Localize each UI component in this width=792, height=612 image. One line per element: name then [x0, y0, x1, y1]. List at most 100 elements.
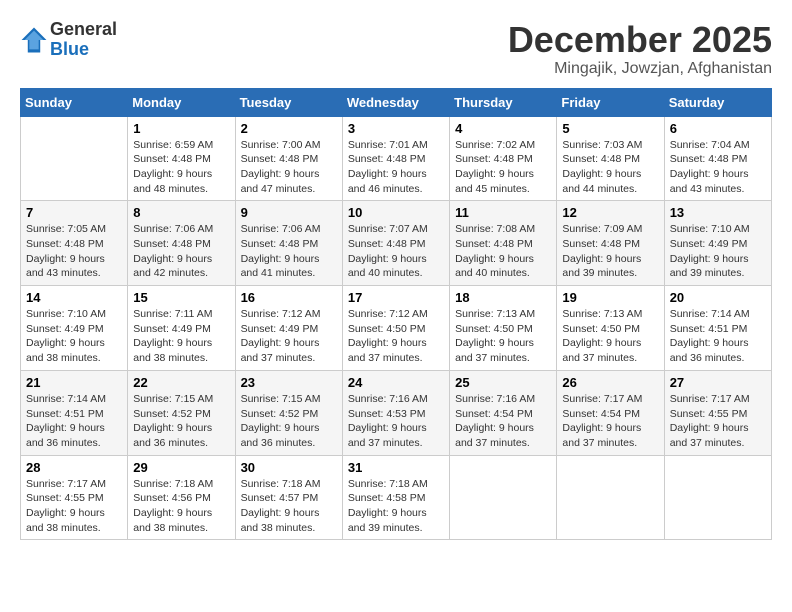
calendar-week-row: 21 Sunrise: 7:14 AMSunset: 4:51 PMDayligh… — [21, 370, 772, 455]
month-title: December 2025 — [508, 20, 772, 60]
day-info: Sunrise: 7:18 AMSunset: 4:56 PMDaylight:… — [133, 477, 229, 536]
calendar-cell: 27 Sunrise: 7:17 AMSunset: 4:55 PMDayligh… — [664, 370, 771, 455]
day-number: 24 — [348, 375, 444, 390]
logo-blue-text: Blue — [50, 39, 89, 59]
day-number: 29 — [133, 460, 229, 475]
calendar-cell: 21 Sunrise: 7:14 AMSunset: 4:51 PMDayligh… — [21, 370, 128, 455]
day-number: 2 — [241, 121, 337, 136]
day-info: Sunrise: 7:16 AMSunset: 4:53 PMDaylight:… — [348, 392, 444, 451]
page-header: General Blue December 2025 Mingajik, Jow… — [20, 20, 772, 78]
day-info: Sunrise: 7:14 AMSunset: 4:51 PMDaylight:… — [26, 392, 122, 451]
calendar-cell: 28 Sunrise: 7:17 AMSunset: 4:55 PMDayligh… — [21, 455, 128, 540]
day-info: Sunrise: 7:06 AMSunset: 4:48 PMDaylight:… — [133, 222, 229, 281]
weekday-header: Wednesday — [342, 88, 449, 116]
day-number: 31 — [348, 460, 444, 475]
day-number: 28 — [26, 460, 122, 475]
day-info: Sunrise: 7:17 AMSunset: 4:54 PMDaylight:… — [562, 392, 658, 451]
calendar-cell: 12 Sunrise: 7:09 AMSunset: 4:48 PMDayligh… — [557, 201, 664, 286]
calendar-cell: 4Sunrise: 7:02 AMSunset: 4:48 PMDaylight… — [450, 116, 557, 201]
day-number: 18 — [455, 290, 551, 305]
logo: General Blue — [20, 20, 117, 60]
day-number: 25 — [455, 375, 551, 390]
day-number: 19 — [562, 290, 658, 305]
day-info: Sunrise: 7:17 AMSunset: 4:55 PMDaylight:… — [26, 477, 122, 536]
day-info: Sunrise: 7:00 AMSunset: 4:48 PMDaylight:… — [241, 138, 337, 197]
day-info: Sunrise: 7:13 AMSunset: 4:50 PMDaylight:… — [455, 307, 551, 366]
calendar-week-row: 28 Sunrise: 7:17 AMSunset: 4:55 PMDayligh… — [21, 455, 772, 540]
weekday-header: Saturday — [664, 88, 771, 116]
day-info: Sunrise: 6:59 AMSunset: 4:48 PMDaylight:… — [133, 138, 229, 197]
weekday-row: SundayMondayTuesdayWednesdayThursdayFrid… — [21, 88, 772, 116]
calendar-cell: 19 Sunrise: 7:13 AMSunset: 4:50 PMDayligh… — [557, 286, 664, 371]
logo-icon — [20, 26, 48, 54]
day-info: Sunrise: 7:12 AMSunset: 4:50 PMDaylight:… — [348, 307, 444, 366]
calendar-cell: 9 Sunrise: 7:06 AMSunset: 4:48 PMDaylight… — [235, 201, 342, 286]
day-info: Sunrise: 7:05 AMSunset: 4:48 PMDaylight:… — [26, 222, 122, 281]
calendar-cell: 29 Sunrise: 7:18 AMSunset: 4:56 PMDayligh… — [128, 455, 235, 540]
calendar-cell: 25 Sunrise: 7:16 AMSunset: 4:54 PMDayligh… — [450, 370, 557, 455]
day-info: Sunrise: 7:06 AMSunset: 4:48 PMDaylight:… — [241, 222, 337, 281]
calendar-cell: 31 Sunrise: 7:18 AMSunset: 4:58 PMDayligh… — [342, 455, 449, 540]
day-number: 26 — [562, 375, 658, 390]
logo-general-text: General — [50, 19, 117, 39]
weekday-header: Sunday — [21, 88, 128, 116]
weekday-header: Tuesday — [235, 88, 342, 116]
title-block: December 2025 Mingajik, Jowzjan, Afghani… — [508, 20, 772, 78]
calendar-cell — [557, 455, 664, 540]
day-info: Sunrise: 7:01 AMSunset: 4:48 PMDaylight:… — [348, 138, 444, 197]
day-number: 20 — [670, 290, 766, 305]
calendar-table: SundayMondayTuesdayWednesdayThursdayFrid… — [20, 88, 772, 541]
day-info: Sunrise: 7:09 AMSunset: 4:48 PMDaylight:… — [562, 222, 658, 281]
day-info: Sunrise: 7:12 AMSunset: 4:49 PMDaylight:… — [241, 307, 337, 366]
day-info: Sunrise: 7:02 AMSunset: 4:48 PMDaylight:… — [455, 138, 551, 197]
day-number: 22 — [133, 375, 229, 390]
calendar-cell: 13Sunrise: 7:10 AMSunset: 4:49 PMDayligh… — [664, 201, 771, 286]
calendar-cell: 22 Sunrise: 7:15 AMSunset: 4:52 PMDayligh… — [128, 370, 235, 455]
day-number: 10 — [348, 205, 444, 220]
calendar-cell — [21, 116, 128, 201]
day-info: Sunrise: 7:07 AMSunset: 4:48 PMDaylight:… — [348, 222, 444, 281]
day-info: Sunrise: 7:04 AMSunset: 4:48 PMDaylight:… — [670, 138, 766, 197]
day-info: Sunrise: 7:15 AMSunset: 4:52 PMDaylight:… — [133, 392, 229, 451]
day-number: 16 — [241, 290, 337, 305]
calendar-cell: 8Sunrise: 7:06 AMSunset: 4:48 PMDaylight… — [128, 201, 235, 286]
day-number: 23 — [241, 375, 337, 390]
calendar-cell: 7 Sunrise: 7:05 AMSunset: 4:48 PMDaylight… — [21, 201, 128, 286]
day-number: 17 — [348, 290, 444, 305]
calendar-week-row: 14 Sunrise: 7:10 AMSunset: 4:49 PMDayligh… — [21, 286, 772, 371]
day-info: Sunrise: 7:10 AMSunset: 4:49 PMDaylight:… — [26, 307, 122, 366]
day-info: Sunrise: 7:17 AMSunset: 4:55 PMDaylight:… — [670, 392, 766, 451]
day-number: 21 — [26, 375, 122, 390]
calendar-cell: 11Sunrise: 7:08 AMSunset: 4:48 PMDayligh… — [450, 201, 557, 286]
day-number: 13 — [670, 205, 766, 220]
day-number: 7 — [26, 205, 122, 220]
calendar-cell: 20Sunrise: 7:14 AMSunset: 4:51 PMDayligh… — [664, 286, 771, 371]
day-number: 1 — [133, 121, 229, 136]
day-number: 27 — [670, 375, 766, 390]
calendar-cell — [450, 455, 557, 540]
calendar-cell: 5Sunrise: 7:03 AMSunset: 4:48 PMDaylight… — [557, 116, 664, 201]
calendar-cell: 6Sunrise: 7:04 AMSunset: 4:48 PMDaylight… — [664, 116, 771, 201]
calendar-cell: 24 Sunrise: 7:16 AMSunset: 4:53 PMDayligh… — [342, 370, 449, 455]
day-number: 3 — [348, 121, 444, 136]
day-info: Sunrise: 7:16 AMSunset: 4:54 PMDaylight:… — [455, 392, 551, 451]
weekday-header: Monday — [128, 88, 235, 116]
location-text: Mingajik, Jowzjan, Afghanistan — [508, 60, 772, 78]
day-number: 12 — [562, 205, 658, 220]
day-info: Sunrise: 7:11 AMSunset: 4:49 PMDaylight:… — [133, 307, 229, 366]
day-info: Sunrise: 7:18 AMSunset: 4:58 PMDaylight:… — [348, 477, 444, 536]
day-info: Sunrise: 7:13 AMSunset: 4:50 PMDaylight:… — [562, 307, 658, 366]
calendar-cell: 3 Sunrise: 7:01 AMSunset: 4:48 PMDaylight… — [342, 116, 449, 201]
calendar-cell: 26 Sunrise: 7:17 AMSunset: 4:54 PMDayligh… — [557, 370, 664, 455]
calendar-cell: 10 Sunrise: 7:07 AMSunset: 4:48 PMDayligh… — [342, 201, 449, 286]
day-number: 15 — [133, 290, 229, 305]
calendar-cell: 18 Sunrise: 7:13 AMSunset: 4:50 PMDayligh… — [450, 286, 557, 371]
calendar-cell: 30Sunrise: 7:18 AMSunset: 4:57 PMDayligh… — [235, 455, 342, 540]
weekday-header: Thursday — [450, 88, 557, 116]
day-number: 9 — [241, 205, 337, 220]
calendar-week-row: 1 Sunrise: 6:59 AMSunset: 4:48 PMDaylight… — [21, 116, 772, 201]
day-number: 14 — [26, 290, 122, 305]
day-info: Sunrise: 7:08 AMSunset: 4:48 PMDaylight:… — [455, 222, 551, 281]
calendar-cell: 17 Sunrise: 7:12 AMSunset: 4:50 PMDayligh… — [342, 286, 449, 371]
weekday-header: Friday — [557, 88, 664, 116]
